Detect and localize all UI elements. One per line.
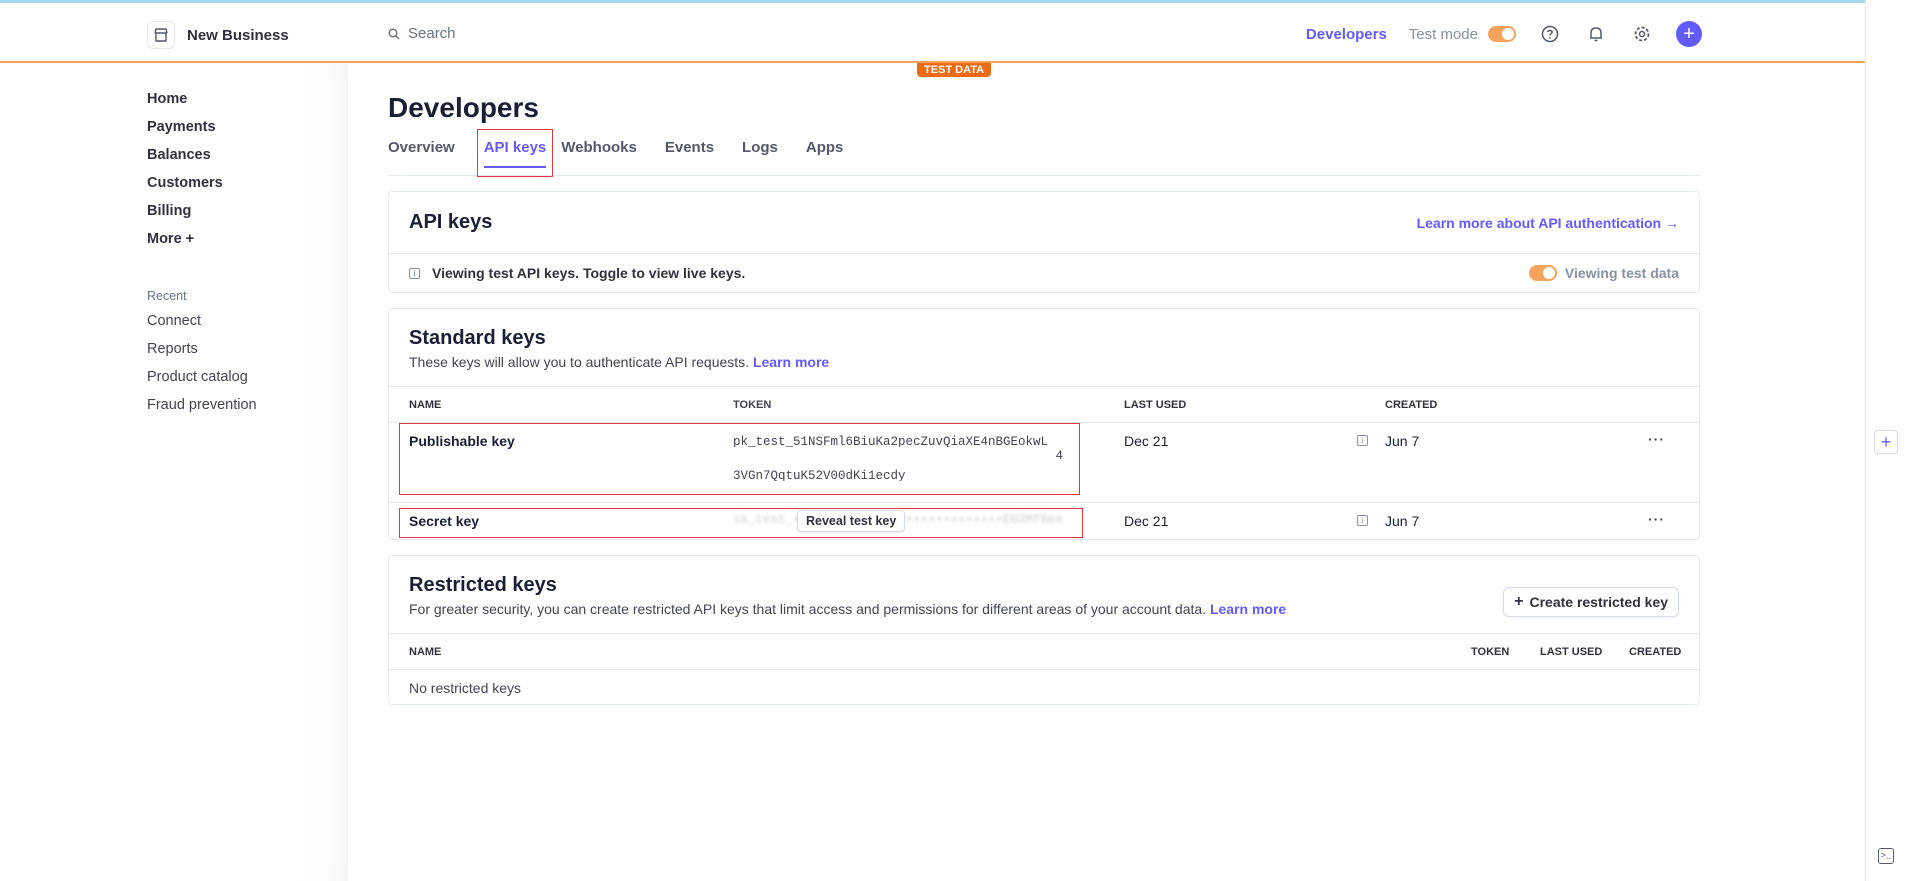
recent-item-product-catalog[interactable]: Product catalog [147, 366, 257, 394]
last-used-info-icon[interactable]: i [1357, 435, 1368, 446]
api-keys-card: API keys Learn more about API authentica… [388, 191, 1700, 293]
help-icon[interactable] [1538, 22, 1562, 46]
column-name: NAME [409, 398, 442, 411]
standard-keys-learn-more-link[interactable]: Learn more [753, 354, 829, 370]
restricted-keys-header: Restricted keys For greater security, yo… [389, 556, 1699, 633]
standard-keys-card: Standard keys These keys will allow you … [388, 308, 1700, 540]
notice-text: Viewing test API keys. Toggle to view li… [432, 265, 746, 281]
sidebar-item-billing[interactable]: Billing [147, 200, 257, 228]
secret-key-created: Jun 7 [1385, 513, 1420, 529]
secret-last-used-info-icon[interactable]: i [1357, 515, 1368, 526]
test-data-badge: TEST DATA [917, 63, 992, 77]
standard-keys-header: Standard keys [389, 309, 1699, 354]
create-plus-button[interactable]: + [1676, 21, 1702, 47]
api-keys-title: API keys [409, 211, 493, 233]
restricted-column-created: CREATED [1629, 645, 1682, 658]
viewing-test-data-label: Viewing test data [1564, 265, 1679, 281]
restricted-keys-learn-more-link[interactable]: Learn more [1210, 601, 1286, 617]
notice-message: i Viewing test API keys. Toggle to view … [409, 265, 745, 281]
tab-api-keys[interactable]: API keys [476, 129, 554, 177]
create-restricted-key-label: Create restricted key [1529, 594, 1668, 610]
info-icon: i [409, 267, 420, 279]
sidebar-item-payments[interactable]: Payments [147, 116, 257, 144]
sidebar-item-balances[interactable]: Balances [147, 144, 257, 172]
standard-keys-title: Standard keys [409, 327, 546, 349]
standard-keys-description: These keys will allow you to authenticat… [409, 354, 750, 370]
tab-webhooks[interactable]: Webhooks [561, 140, 651, 176]
table-row-secret-key: Secret key sk_test_•••••••••••••••••••••… [389, 503, 1699, 539]
sidebar-item-more[interactable]: More + [147, 228, 257, 256]
standard-keys-table-header: NAME TOKEN LAST USED CREATED [389, 386, 1699, 423]
tab-overview[interactable]: Overview [388, 140, 469, 176]
terminal-icon[interactable]: >_ [1878, 848, 1894, 864]
restricted-column-last-used: LAST USED [1540, 645, 1603, 658]
sidebar-nav: Home Payments Balances Customers Billing… [147, 88, 257, 422]
publishable-key-last-used: Dec 21 [1124, 433, 1169, 449]
publishable-key-highlight [399, 423, 1080, 495]
publishable-key-more-button[interactable]: ··· [1648, 431, 1665, 447]
secret-key-last-used: Dec 21 [1124, 513, 1169, 529]
column-token: TOKEN [733, 398, 772, 411]
developers-link[interactable]: Developers [1306, 26, 1387, 43]
test-keys-notice: i Viewing test API keys. Toggle to view … [389, 253, 1699, 292]
restricted-keys-empty: No restricted keys [409, 680, 522, 696]
recent-item-connect[interactable]: Connect [147, 310, 257, 338]
search-icon [388, 27, 400, 40]
bell-icon[interactable] [1584, 22, 1608, 46]
restricted-column-name: NAME [409, 645, 442, 658]
recent-heading: Recent [147, 289, 187, 303]
restricted-keys-title: Restricted keys [409, 574, 557, 596]
search-input[interactable]: Search [388, 25, 456, 42]
create-restricted-key-button[interactable]: + Create restricted key [1503, 587, 1679, 617]
rail-add-icon[interactable]: + [1874, 430, 1898, 454]
publishable-key-created: Jun 7 [1385, 433, 1420, 449]
restricted-keys-card: Restricted keys For greater security, yo… [388, 555, 1700, 705]
plus-icon: + [1514, 593, 1524, 610]
page-title: Developers [388, 92, 539, 123]
standard-keys-subtitle: These keys will allow you to authenticat… [389, 354, 1699, 386]
tab-apps[interactable]: Apps [806, 140, 858, 176]
tab-logs[interactable]: Logs [742, 140, 792, 176]
developer-tabs: Overview API keys Webhooks Events Logs A… [388, 129, 1700, 177]
viewing-test-data-toggle[interactable]: Viewing test data [1528, 265, 1679, 281]
sidebar-item-customers[interactable]: Customers [147, 172, 257, 200]
account-switcher[interactable]: New Business [147, 21, 289, 49]
api-keys-header: API keys Learn more about API authentica… [389, 192, 1699, 253]
column-created: CREATED [1385, 398, 1438, 411]
store-icon [147, 21, 175, 49]
learn-api-auth-link[interactable]: Learn more about API authentication → [1417, 215, 1679, 231]
top-header: New Business Search Developers Test mode… [0, 3, 1865, 63]
test-mode-label: Test mode [1408, 25, 1478, 43]
sidebar-item-home[interactable]: Home [147, 88, 257, 116]
gear-icon[interactable] [1630, 22, 1654, 46]
search-placeholder: Search [408, 25, 456, 42]
restricted-column-token: TOKEN [1471, 645, 1510, 658]
viewing-toggle-switch[interactable] [1528, 265, 1557, 281]
test-mode-toggle[interactable]: Test mode [1409, 26, 1516, 43]
table-row-publishable-key: Publishable key pk_test_51NSFml6BiuKa2pe… [389, 423, 1699, 503]
column-last-used: LAST USED [1124, 398, 1187, 411]
recent-item-reports[interactable]: Reports [147, 338, 257, 366]
restricted-keys-subtitle: For greater security, you can create res… [409, 601, 1286, 617]
tab-events[interactable]: Events [665, 140, 728, 176]
recent-list: Connect Reports Product catalog Fraud pr… [147, 310, 257, 422]
restricted-keys-description: For greater security, you can create res… [409, 601, 1207, 617]
business-name: New Business [187, 26, 289, 44]
header-actions: Developers Test mode + [1306, 21, 1702, 47]
secret-key-highlight [399, 508, 1083, 538]
toggle-switch[interactable] [1488, 26, 1516, 42]
restricted-keys-heading: Restricted keys For greater security, yo… [409, 574, 1286, 617]
secret-key-more-button[interactable]: ··· [1648, 511, 1665, 527]
restricted-keys-table-header: NAME TOKEN LAST USED CREATED [389, 633, 1699, 670]
tab-api-keys-label: API keys [483, 140, 547, 168]
main-content: Developers Overview API keys Webhooks Ev… [388, 92, 1700, 705]
recent-item-fraud-prevention[interactable]: Fraud prevention [147, 394, 257, 422]
